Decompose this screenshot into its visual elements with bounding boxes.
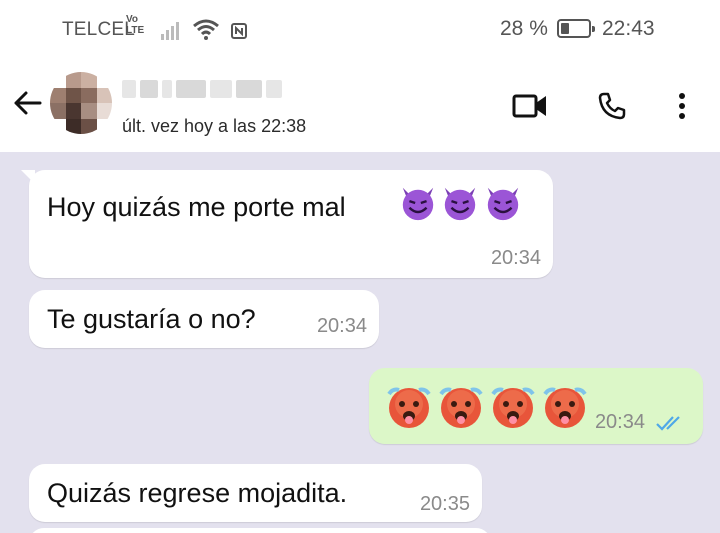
message-bubble-incoming[interactable]: Te gustaría o no? 20:34 (29, 290, 379, 348)
message-bubble-incoming[interactable]: Quizás regrese mojadita. 20:35 (29, 464, 482, 522)
voice-call-button[interactable] (592, 86, 632, 126)
chat-header: últ. vez hoy a las 22:38 (0, 58, 720, 152)
message-time: 20:35 (419, 493, 470, 515)
message-text: Te gustaría o no? (47, 304, 256, 334)
message-bubble-incoming-partial[interactable] (29, 528, 491, 533)
status-icons (160, 16, 248, 40)
battery-level-fill (561, 23, 570, 34)
carrier-label: TELCEL (62, 19, 136, 40)
smiling-devil-emoji (445, 187, 476, 221)
message-time: 20:34 (316, 315, 367, 337)
last-seen-status: últ. vez hoy a las 22:38 (122, 116, 307, 136)
hot-face-emoji (387, 387, 431, 428)
more-options-icon (679, 93, 685, 119)
message-bubble-incoming[interactable]: Hoy quizás me porte mal 20:34 (21, 170, 553, 278)
video-call-button[interactable] (510, 86, 550, 126)
message-text: Quizás regrese mojadita. (47, 478, 348, 508)
contact-name-redacted[interactable] (122, 74, 282, 104)
message-time: 20:34 (490, 247, 541, 269)
bubble-tail (21, 170, 35, 184)
back-button[interactable] (10, 86, 44, 120)
back-arrow-icon (14, 91, 42, 115)
more-options-button[interactable] (662, 86, 702, 126)
smiling-devil-emoji (487, 187, 519, 221)
devil-emoji-group (399, 184, 522, 222)
signal-icon (161, 22, 179, 40)
double-check-icon (656, 416, 680, 431)
chat-area[interactable]: Hoy quizás me porte mal 20:34 Te gustarí… (0, 152, 720, 533)
message-text: Hoy quizás me porte mal (47, 192, 346, 222)
phone-call-icon (598, 92, 626, 120)
message-bubble-outgoing[interactable]: 20:34 (369, 368, 703, 444)
message-time: 20:34 (594, 411, 645, 433)
volte-badge: Vo LTE (126, 14, 144, 36)
volte-top: Vo (126, 14, 139, 25)
status-bar: TELCEL Vo LTE 28 % 22:43 (0, 0, 720, 58)
avatar[interactable] (50, 72, 112, 134)
video-call-icon (512, 94, 546, 118)
wifi-icon (193, 19, 219, 40)
hot-face-emoji (543, 387, 587, 428)
battery-icon (557, 19, 595, 38)
nfc-icon (231, 23, 247, 39)
smiling-devil-emoji (402, 187, 434, 221)
hot-face-emoji (491, 387, 535, 428)
battery-percent: 28 % (500, 17, 548, 40)
hot-face-emoji (439, 387, 483, 428)
status-clock: 22:43 (602, 17, 655, 40)
hot-face-emoji-group (383, 380, 591, 437)
volte-bottom: LTE (126, 25, 145, 36)
